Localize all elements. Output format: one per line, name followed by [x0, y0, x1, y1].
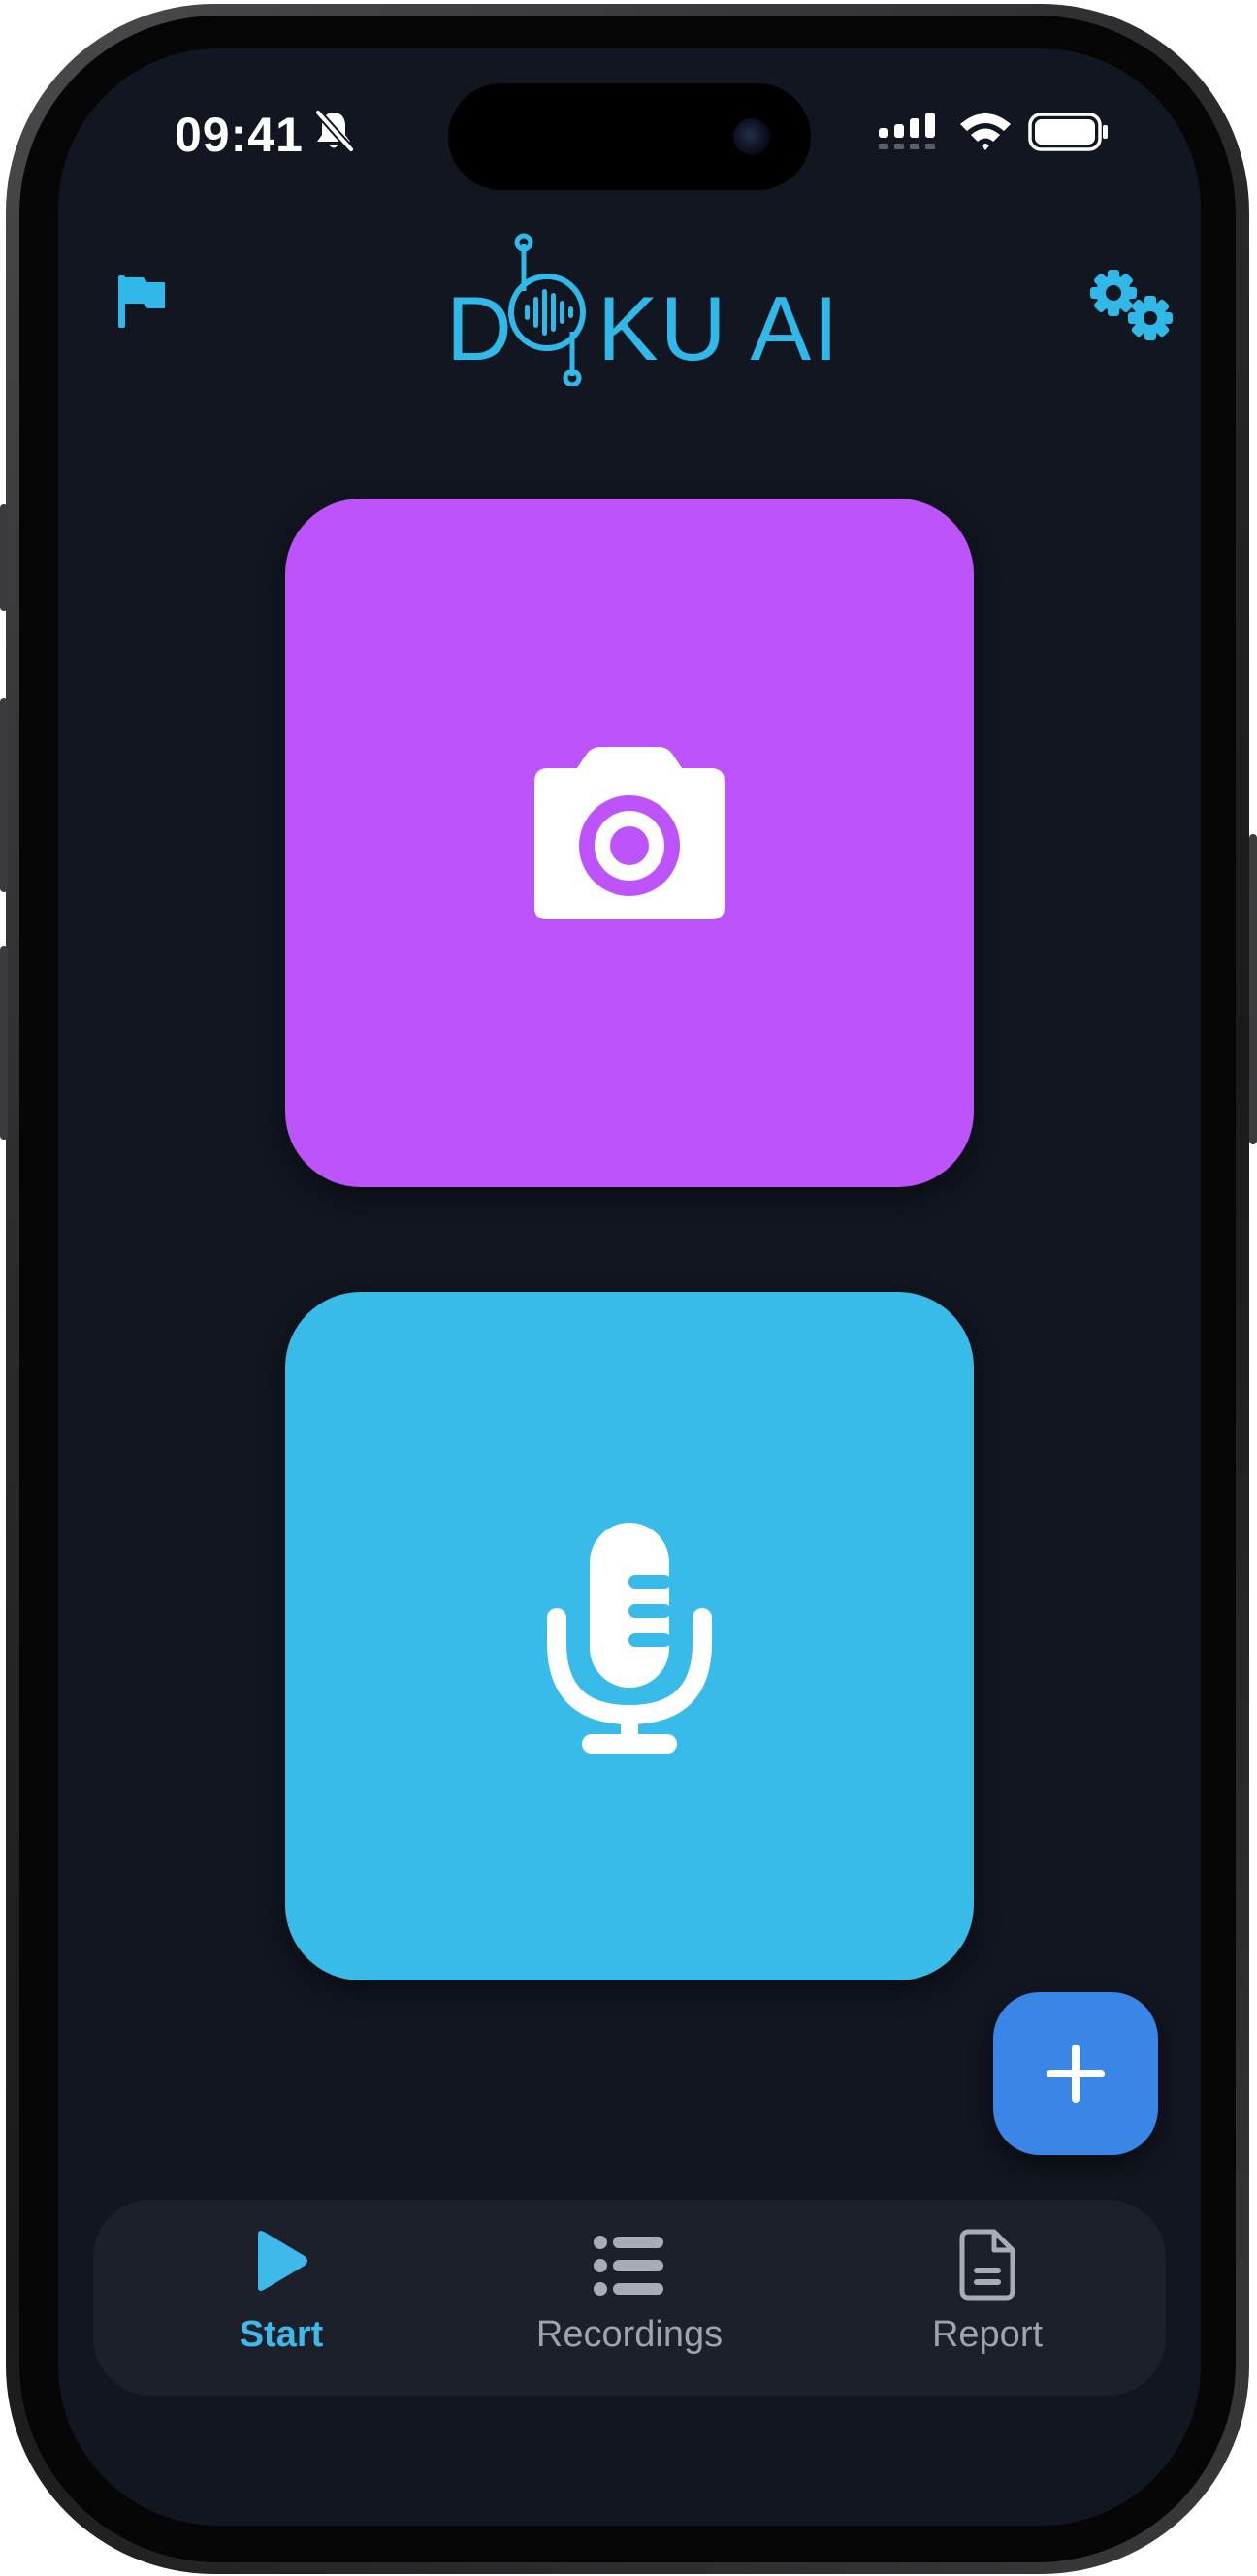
volume-up-button	[0, 698, 8, 892]
action-button	[0, 504, 8, 611]
battery-icon	[1028, 113, 1108, 151]
wifi-icon	[960, 113, 1011, 150]
tab-report[interactable]: Report	[842, 2200, 1133, 2396]
volume-down-button	[0, 946, 8, 1140]
plus-icon	[1047, 2045, 1105, 2103]
front-camera	[733, 118, 770, 155]
status-time: 09:41	[175, 108, 304, 162]
tab-start-label: Start	[239, 2314, 324, 2355]
bottom-navigation: Start Recordings Report	[93, 2200, 1166, 2396]
phone-device: 09:41 D KU AI Start Recordings Report	[0, 0, 1257, 2576]
tab-report-label: Report	[931, 2314, 1044, 2355]
cellular-signal-icon	[879, 113, 935, 149]
microphone-tile-button[interactable]	[285, 1292, 974, 1980]
add-button[interactable]	[993, 1992, 1158, 2155]
document-icon	[959, 2229, 1015, 2301]
list-icon	[594, 2236, 663, 2296]
dynamic-island	[448, 83, 811, 190]
flag-icon[interactable]	[114, 274, 167, 330]
tab-recordings[interactable]: Recordings	[484, 2200, 775, 2396]
app-screen: 09:41 D KU AI Start Recordings Report	[58, 48, 1201, 2526]
bell-slash-icon	[314, 109, 355, 153]
tab-start[interactable]: Start	[136, 2200, 427, 2396]
tab-recordings-label: Recordings	[535, 2314, 724, 2355]
camera-tile-button[interactable]	[285, 499, 974, 1187]
microphone-icon	[547, 1523, 712, 1754]
camera-icon	[534, 747, 725, 919]
play-icon	[258, 2231, 307, 2291]
logo-text-right: KU AI	[597, 277, 841, 379]
power-button	[1249, 834, 1257, 1144]
gear-icon[interactable]	[1084, 264, 1176, 343]
app-logo: D KU AI	[446, 231, 873, 386]
sound-wave-icon	[508, 233, 586, 386]
